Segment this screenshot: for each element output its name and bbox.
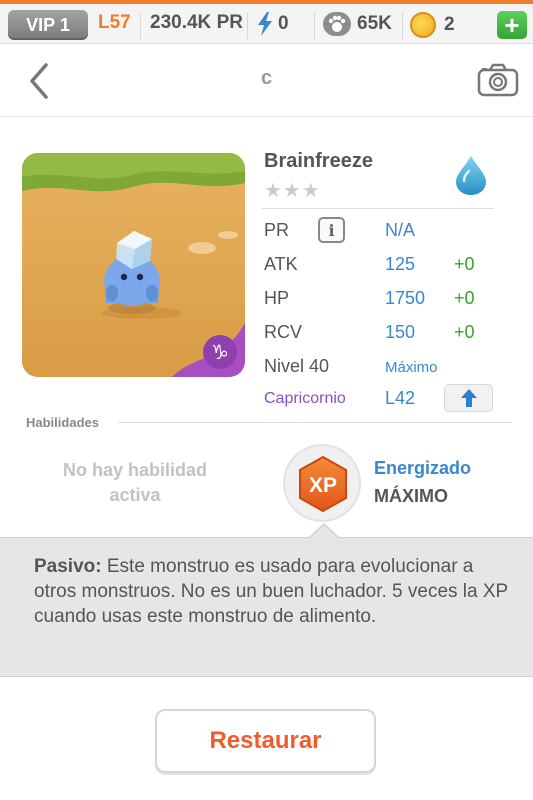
divider: [118, 422, 512, 423]
passive-skill-level: MÁXIMO: [374, 486, 448, 506]
stat-bonus: +0: [454, 288, 475, 308]
stat-label: HP: [264, 288, 290, 308]
zodiac-label: Capricornio: [264, 390, 346, 407]
capricorn-icon: ♑: [203, 335, 237, 369]
player-level: L57: [98, 12, 131, 33]
stat-value: N/A: [385, 220, 416, 240]
active-skill-empty: No hay habilidad activa: [62, 460, 208, 505]
coin-value: 2: [444, 14, 455, 35]
arrow-up-icon: [460, 389, 477, 407]
water-drop-icon: [456, 156, 486, 195]
divider: [247, 12, 248, 40]
energy-value: 0: [278, 13, 289, 34]
stat-hp-row: HP 1750 +0: [264, 284, 504, 312]
passive-description: Pasivo: Este monstruo es usado para evol…: [34, 554, 514, 629]
power-value: 230.4K: [150, 12, 212, 33]
food-counter[interactable]: 65K: [323, 12, 392, 36]
stat-zodiac-row: Capricornio L42: [264, 384, 504, 412]
stat-label: RCV: [264, 322, 303, 342]
divider: [402, 12, 403, 40]
food-value: 65K: [357, 13, 392, 34]
stat-bonus: +0: [454, 254, 475, 274]
passive-text: Este monstruo es usado para evolucionar …: [34, 556, 508, 627]
vip-badge[interactable]: VIP 1: [8, 10, 88, 40]
divider: [314, 12, 315, 40]
paw-icon: [323, 12, 351, 36]
xp-badge-icon: XP: [299, 455, 347, 513]
monster-name: Brainfreeze: [264, 150, 373, 172]
stat-bonus: +0: [454, 322, 475, 342]
page-title: c: [260, 67, 273, 89]
stat-value: 1750: [385, 288, 426, 308]
add-currency-button[interactable]: +: [497, 11, 527, 39]
panel-pointer-fill: [309, 525, 339, 539]
player-power: 230.4K PR: [150, 12, 243, 34]
status-bar: VIP 1 L57 230.4K PR 0 65K 2 +: [0, 0, 533, 44]
passive-skill-name: Energizado: [374, 458, 472, 478]
level-label: Nivel 40: [264, 356, 330, 376]
energy-counter[interactable]: 0: [256, 12, 289, 36]
stat-value: 150: [385, 322, 416, 342]
page-header: c: [0, 45, 533, 117]
stat-value: 125: [385, 254, 416, 274]
stat-level-row: Nivel 40 Máximo: [264, 352, 504, 380]
xp-badge-text: XP: [309, 474, 337, 497]
coin-icon: [410, 12, 436, 38]
lightning-icon: [258, 12, 272, 36]
stat-label: PR: [264, 220, 290, 240]
passive-label: Pasivo:: [34, 556, 102, 577]
abilities-section-label: Habilidades: [26, 415, 99, 430]
monster-portrait[interactable]: ♑: [22, 153, 245, 377]
monster-stars: ★★★: [264, 180, 321, 202]
info-icon[interactable]: i: [318, 217, 345, 243]
stat-rcv-row: RCV 150 +0: [264, 318, 504, 346]
divider: [140, 12, 141, 40]
power-unit: PR: [216, 12, 243, 33]
upgrade-zodiac-button[interactable]: [444, 384, 493, 412]
level-value: Máximo: [385, 359, 438, 376]
camera-icon[interactable]: [477, 63, 519, 97]
restore-button[interactable]: Restaurar: [155, 709, 376, 773]
zodiac-level: L42: [385, 388, 416, 408]
coin-counter[interactable]: 2: [410, 12, 455, 38]
stat-pr-row: PR i N/A: [264, 216, 504, 244]
stat-atk-row: ATK 125 +0: [264, 250, 504, 278]
divider: [262, 208, 494, 209]
stat-label: ATK: [264, 254, 298, 274]
